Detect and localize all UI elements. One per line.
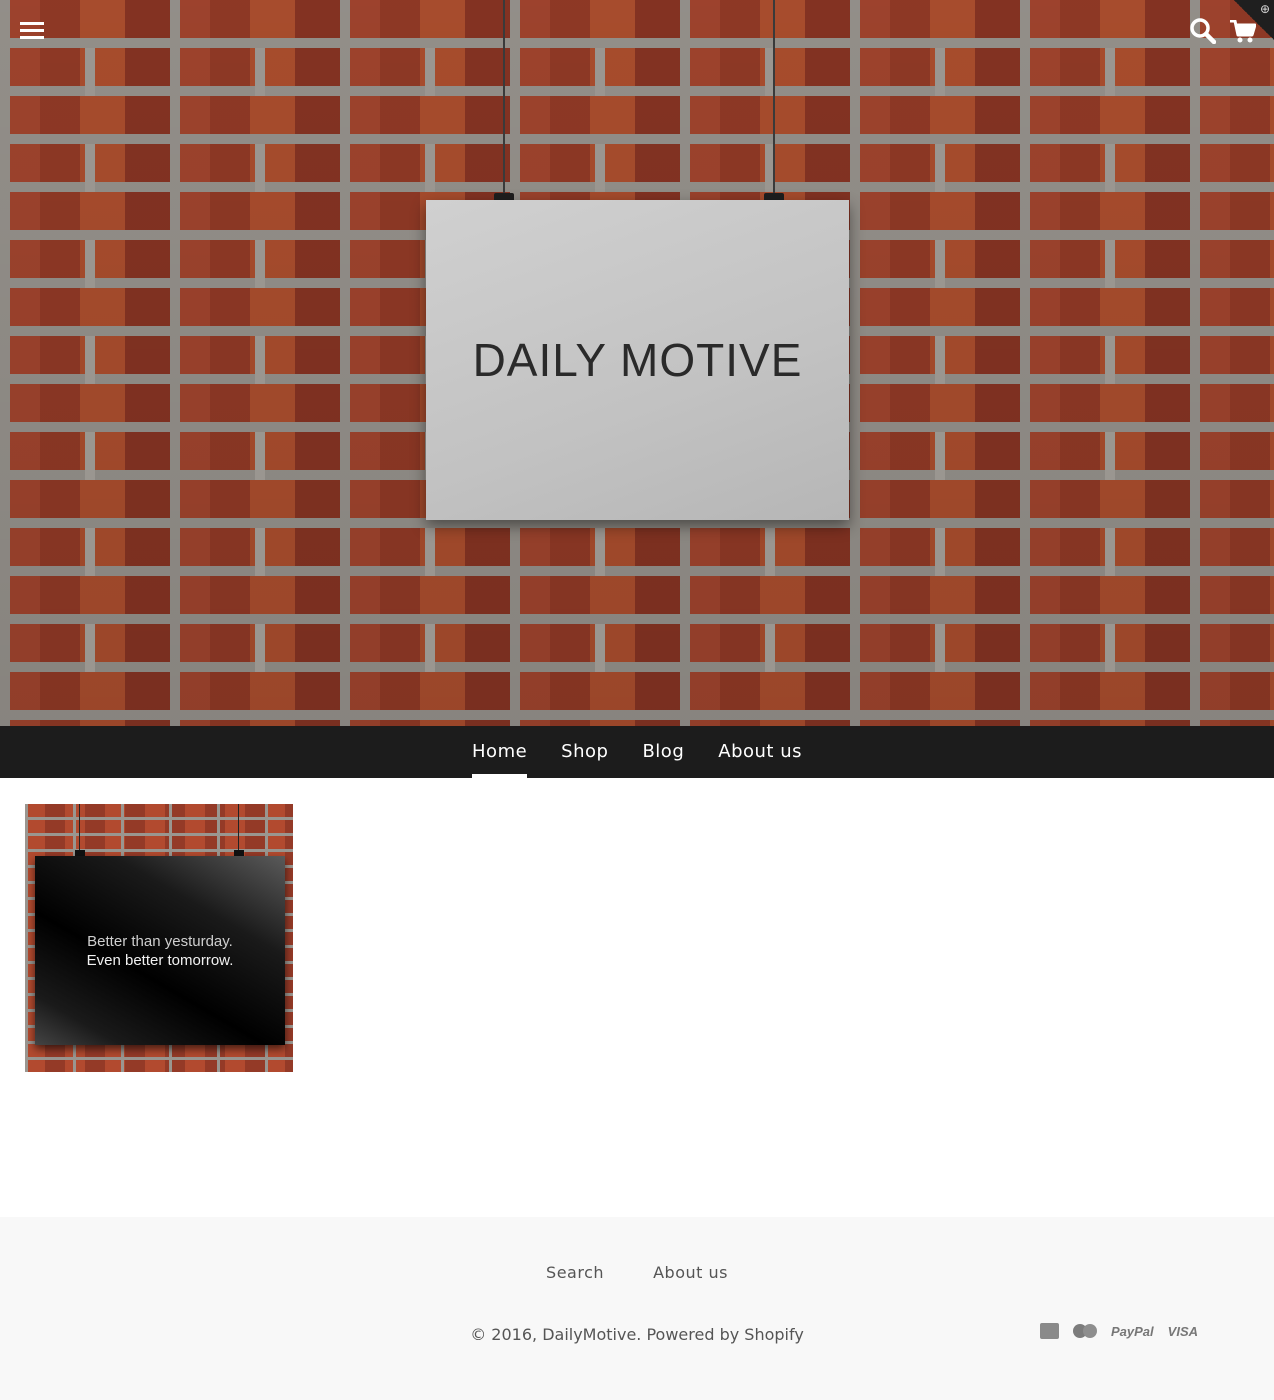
nav-item-shop[interactable]: Shop: [561, 726, 608, 778]
product-image-poster: Better than yesturday. Even better tomor…: [35, 856, 285, 1045]
hamburger-icon[interactable]: [20, 22, 44, 44]
powered-by-link[interactable]: Powered by Shopify: [646, 1325, 803, 1344]
payment-icons: PayPal VISA: [1040, 1323, 1198, 1339]
main-nav: Home Shop Blog About us: [0, 726, 1274, 778]
product-card[interactable]: Better than yesturday. Even better tomor…: [25, 804, 293, 1072]
nav-item-about-us[interactable]: About us: [718, 726, 802, 778]
brick-row: [0, 48, 1274, 96]
footer-links: Search About us: [0, 1263, 1274, 1282]
visa-icon: VISA: [1167, 1323, 1198, 1339]
nav-item-home[interactable]: Home: [472, 726, 528, 778]
hero-banner: DAILY MOTIVE ⊕: [0, 0, 1274, 726]
product-quote-line-1: Better than yesturday.: [87, 932, 233, 950]
hanging-wire: [503, 0, 505, 200]
brick-row: [0, 624, 1274, 672]
hanging-wire: [773, 0, 775, 200]
hero-poster: DAILY MOTIVE: [426, 200, 849, 520]
hanging-wire: [238, 804, 239, 854]
nav-item-blog[interactable]: Blog: [642, 726, 684, 778]
site-footer: Search About us © 2016, DailyMotive. Pow…: [0, 1217, 1274, 1400]
product-quote-line-2: Even better tomorrow.: [86, 951, 234, 969]
hero-poster-text: DAILY MOTIVE: [472, 334, 803, 386]
mastercard-icon: [1073, 1324, 1097, 1338]
plus-circle-icon: ⊕: [1259, 2, 1270, 16]
hanging-wire: [79, 804, 80, 854]
brick-row: [0, 144, 1274, 192]
american-express-icon: [1040, 1323, 1059, 1339]
copyright-prefix: © 2016,: [470, 1325, 543, 1344]
search-icon[interactable]: [1190, 18, 1217, 48]
footer-link-search[interactable]: Search: [546, 1263, 604, 1282]
brick-row: [0, 528, 1274, 576]
corner-badge[interactable]: ⊕: [1234, 0, 1274, 40]
copyright-separator: .: [636, 1325, 647, 1344]
footer-link-about-us[interactable]: About us: [653, 1263, 728, 1282]
paypal-icon: PayPal: [1111, 1323, 1154, 1339]
store-name-link[interactable]: DailyMotive: [542, 1325, 636, 1344]
